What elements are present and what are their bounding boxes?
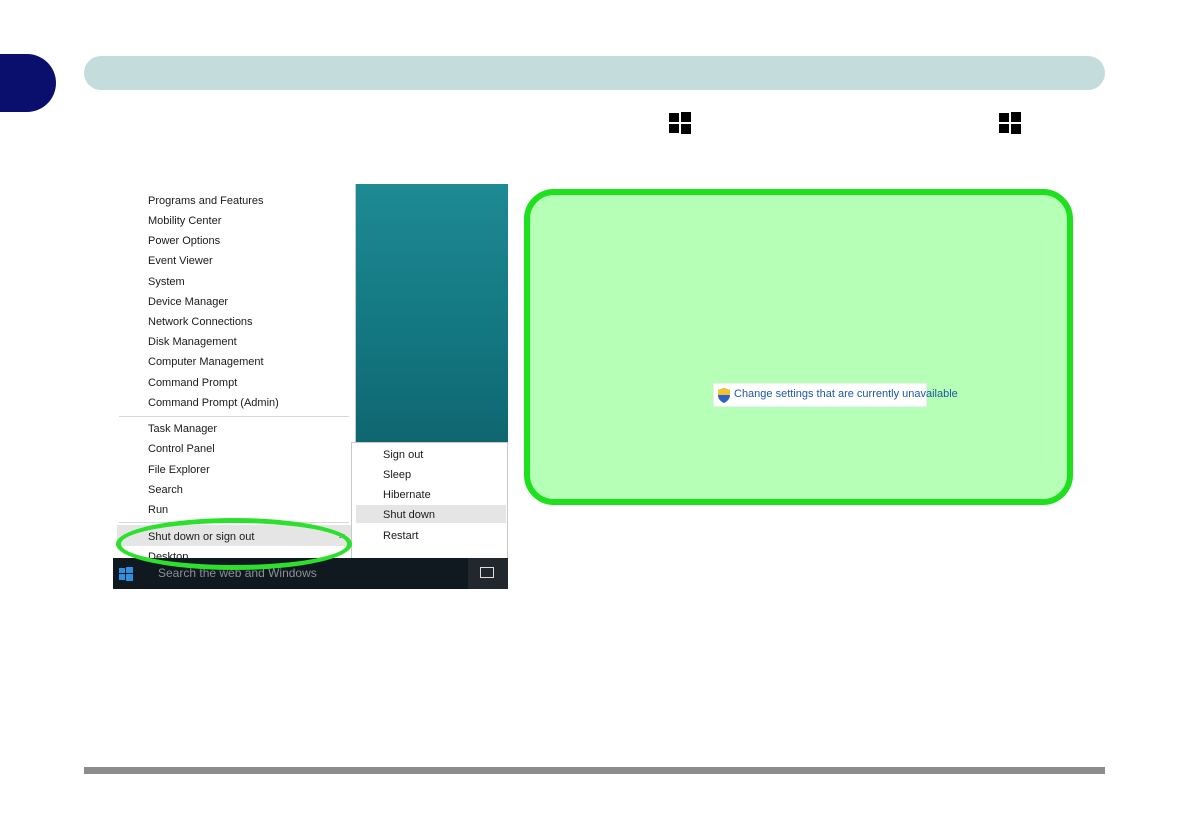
uac-shield-icon: [717, 388, 731, 403]
menu-item-command-prompt[interactable]: Command Prompt: [148, 376, 237, 390]
desktop-background: [353, 184, 508, 444]
windows-logo-icon: [668, 111, 692, 135]
submenu-item-restart[interactable]: Restart: [383, 529, 418, 543]
menu-divider: [119, 416, 349, 417]
menu-item-run[interactable]: Run: [148, 503, 168, 517]
uac-link-text[interactable]: Change settings that are currently unava…: [734, 388, 958, 400]
windows-logo-icon: [998, 111, 1022, 135]
submenu-item-sign-out[interactable]: Sign out: [383, 448, 423, 462]
submenu-item-hibernate[interactable]: Hibernate: [383, 488, 431, 502]
menu-item-disk-management[interactable]: Disk Management: [148, 335, 237, 349]
menu-item-task-manager[interactable]: Task Manager: [148, 422, 217, 436]
start-button-icon[interactable]: [119, 567, 133, 581]
task-view-icon: [480, 567, 494, 578]
menu-item-power-options[interactable]: Power Options: [148, 234, 220, 248]
highlight-ellipse: [116, 518, 352, 570]
menu-item-computer-management[interactable]: Computer Management: [148, 355, 264, 369]
menu-item-event-viewer[interactable]: Event Viewer: [148, 254, 213, 268]
menu-item-control-panel[interactable]: Control Panel: [148, 442, 215, 456]
menu-item-programs-features[interactable]: Programs and Features: [148, 194, 264, 208]
menu-item-mobility-center[interactable]: Mobility Center: [148, 214, 221, 228]
menu-item-device-manager[interactable]: Device Manager: [148, 295, 228, 309]
uac-link[interactable]: Change settings that are currently unava…: [713, 383, 958, 407]
menu-item-file-explorer[interactable]: File Explorer: [148, 463, 210, 477]
winx-menu: Programs and Features Mobility Center Po…: [113, 184, 356, 572]
note-box: Change settings that are currently unava…: [524, 189, 1073, 505]
header-bar: [84, 56, 1105, 90]
menu-item-system[interactable]: System: [148, 275, 185, 289]
submenu-item-sleep[interactable]: Sleep: [383, 468, 411, 482]
menu-item-search[interactable]: Search: [148, 483, 183, 497]
menu-item-network-connections[interactable]: Network Connections: [148, 315, 253, 329]
task-view-button[interactable]: [468, 558, 508, 589]
shutdown-submenu: Sign out Sleep Hibernate Shut down Resta…: [351, 442, 508, 572]
chapter-tab: [0, 54, 56, 112]
submenu-item-shut-down[interactable]: Shut down: [383, 508, 435, 522]
footer-rule: [84, 767, 1105, 774]
menu-item-command-prompt-admin[interactable]: Command Prompt (Admin): [148, 396, 279, 410]
